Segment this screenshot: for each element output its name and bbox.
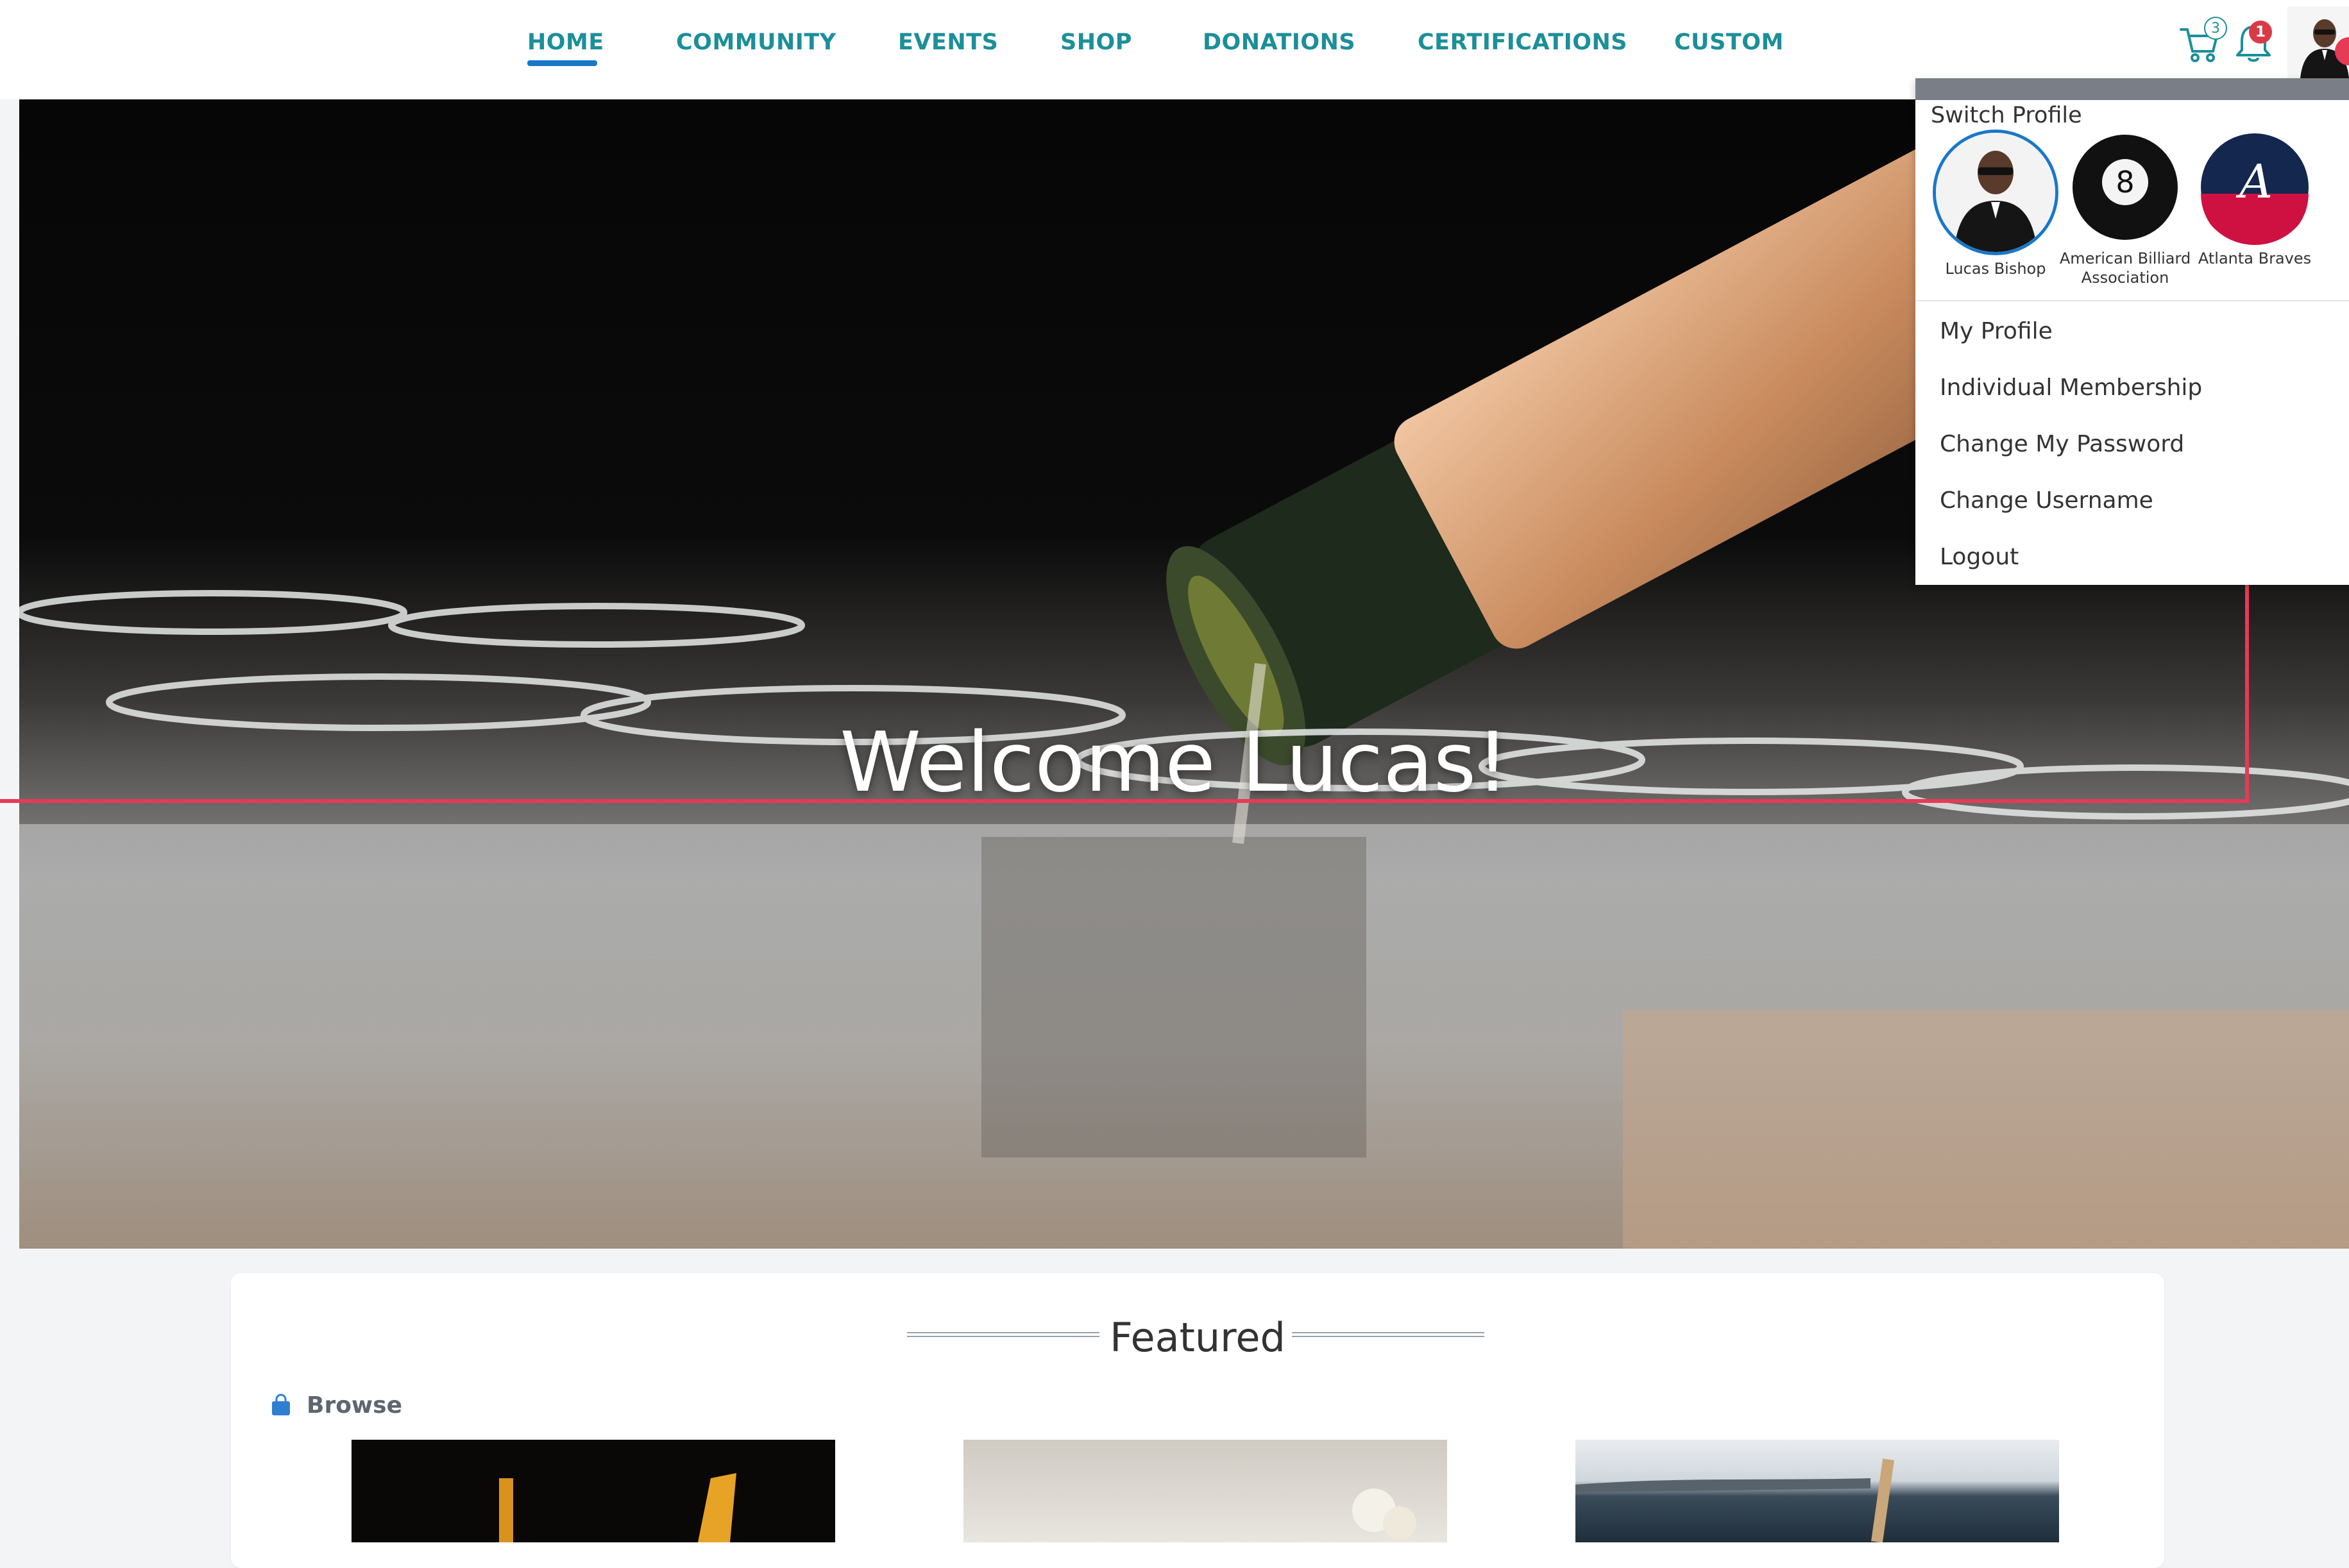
shopping-bag-icon — [272, 1394, 290, 1415]
nav-home[interactable]: HOME — [527, 30, 604, 55]
braves-letter: A — [2235, 155, 2273, 208]
featured-item-image-1[interactable] — [352, 1440, 835, 1542]
profile-name-braves: Atlanta Braves — [2198, 249, 2312, 267]
active-nav-underline — [527, 60, 597, 66]
cart-count-badge: 3 — [2204, 17, 2227, 40]
dropdown-divider — [1915, 300, 2349, 301]
browse-link[interactable]: Browse — [307, 1392, 402, 1419]
welcome-heading: Welcome Lucas! — [840, 715, 1509, 811]
menu-my-profile[interactable]: My Profile — [1940, 318, 2053, 344]
profile-avatar-braves: A — [2197, 130, 2312, 245]
menu-individual-membership[interactable]: Individual Membership — [1940, 375, 2202, 401]
profile-name-aba-line1: American Billiard — [2059, 249, 2191, 267]
featured-rule-right — [1292, 1332, 1484, 1337]
notification-count-badge: 1 — [2249, 21, 2272, 44]
profile-dropdown: Switch Profile Lucas Bishop 8 American B… — [1915, 78, 2349, 585]
nav-community[interactable]: COMMUNITY — [676, 30, 836, 55]
menu-change-password[interactable]: Change My Password — [1940, 431, 2184, 457]
featured-card: Featured Browse — [231, 1273, 2164, 1568]
profile-option-lucas[interactable]: Lucas Bishop — [1928, 130, 2063, 278]
nav-donations[interactable]: DONATIONS — [1203, 30, 1355, 55]
featured-item-image-3[interactable] — [1575, 1440, 2059, 1542]
profile-avatar-aba: 8 — [2067, 130, 2183, 245]
profile-name-lucas: Lucas Bishop — [1945, 260, 2046, 278]
menu-change-username[interactable]: Change Username — [1940, 487, 2153, 514]
featured-item-image-2[interactable] — [963, 1440, 1447, 1542]
user-avatar-button[interactable] — [2287, 6, 2349, 78]
menu-logout[interactable]: Logout — [1940, 544, 2019, 570]
profile-option-braves[interactable]: A Atlanta Braves — [2187, 130, 2322, 268]
featured-title: Featured — [1110, 1314, 1285, 1361]
nav-certifications[interactable]: CERTIFICATIONS — [1418, 30, 1627, 55]
nav-shop[interactable]: SHOP — [1060, 30, 1132, 55]
eight-ball-number: 8 — [2116, 165, 2134, 199]
profile-avatar-lucas — [1933, 130, 2058, 255]
switch-profile-label: Switch Profile — [1931, 103, 2082, 128]
profile-option-aba[interactable]: 8 American Billiard Association — [2058, 130, 2192, 287]
dropdown-header-bar — [1915, 78, 2349, 100]
profile-name-aba-line2: Association — [2081, 269, 2169, 287]
annotation-line-horizontal — [0, 799, 2249, 803]
nav-custom[interactable]: CUSTOM — [1674, 30, 1784, 55]
nav-events[interactable]: EVENTS — [898, 30, 998, 55]
